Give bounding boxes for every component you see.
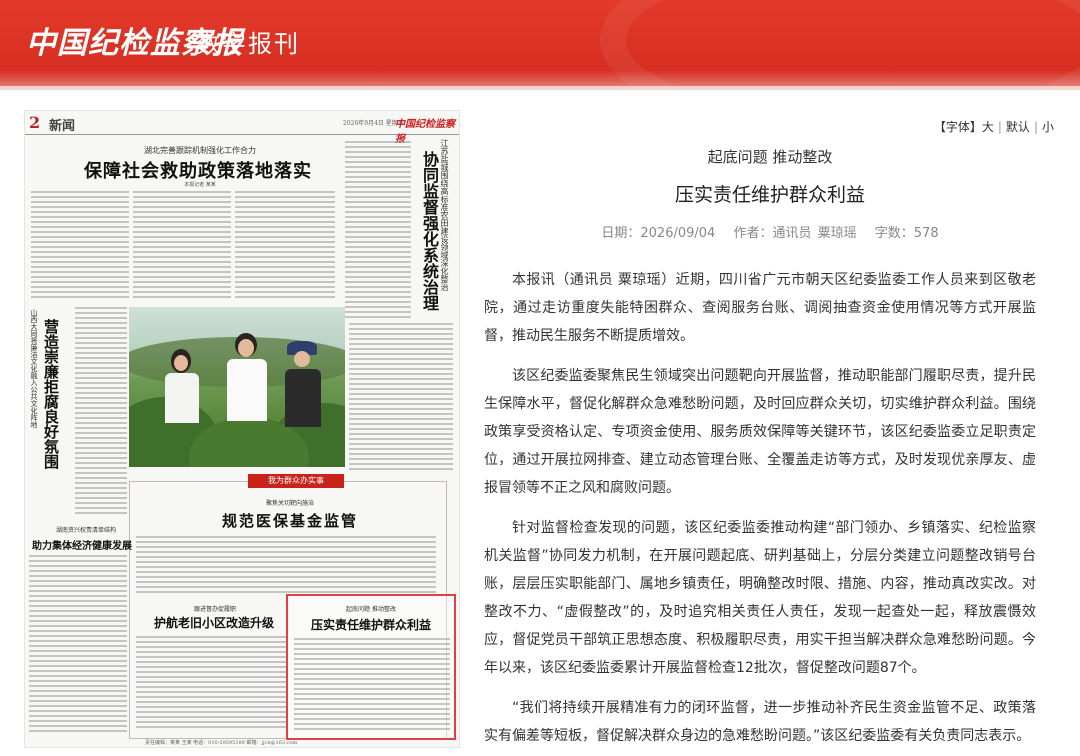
font-size-default-link[interactable]: 默认: [1006, 120, 1030, 134]
lead-article-title[interactable]: 保障社会救助政策落地落实: [53, 157, 343, 183]
author-value: 通讯员 粟琼瑶: [772, 226, 857, 241]
highlight-title[interactable]: 压实责任维护群众利益: [288, 616, 454, 633]
left-article-kicker: 山西大同将廉洁文化融入公共文化阵地: [30, 309, 38, 428]
lower-left-kicker: 湖南资兴权责清单结构: [55, 527, 116, 534]
lower-left-title[interactable]: 助力集体经济健康发展: [27, 537, 137, 552]
site-header: 中国纪检监察报 数字报刊: [0, 0, 1080, 86]
article-paragraph: 针对监督检查发现的问题，该区纪委监委推动构建“部门领办、乡镇落实、纪检监察机关监…: [484, 520, 1036, 676]
brand-subtitle: 数字报刊: [196, 30, 300, 58]
left-article-title[interactable]: 营造崇廉拒腐良好氛围: [41, 319, 62, 509]
right-article-title[interactable]: 协同监督强化系统治理: [417, 151, 441, 351]
font-separator: |: [997, 120, 1002, 134]
article-kicker: 起底问题 推动整改: [707, 148, 833, 166]
article-wordcount: 字数：578: [875, 226, 939, 241]
lead-article-text: [31, 191, 129, 301]
box-article-text: [136, 536, 436, 596]
article-body: 本报讯（通讯员 粟琼瑶）近期，四川省广元市朝天区纪委监委工作人员来到区敬老院，通…: [484, 266, 1036, 756]
mid-article-title[interactable]: 护航老旧小区改造升级: [134, 614, 294, 631]
lead-article-byline: 本报记者 某某: [184, 182, 216, 188]
page-number: 2: [29, 113, 41, 132]
left-article-text: [75, 307, 127, 517]
font-size-label: 【字体】: [933, 120, 982, 134]
wordcount-label: 字数：: [874, 226, 914, 241]
highlighted-article-region[interactable]: 起底问题 推动整改 压实责任维护群众利益: [286, 594, 456, 740]
article-meta: 日期：2026/09/04 作者：通讯员 粟琼瑶 字数：578: [484, 222, 1056, 241]
wordcount-value: 578: [913, 226, 939, 241]
article-title: 压实责任维护群众利益: [674, 184, 865, 206]
article-paragraph: “我们将持续开展精准有力的闭环监督，进一步推动补齐民生资金监管不足、政策落实有偏…: [484, 700, 1036, 744]
author-label: 作者：: [733, 226, 773, 241]
news-photo[interactable]: [129, 307, 345, 467]
article-author: 作者：通讯员 粟琼瑶: [733, 226, 856, 241]
highlight-kicker: 起底问题 推动整改: [346, 606, 396, 613]
page-header: 2 新闻 2026年9月4日 星期五 中国纪检监察报: [25, 111, 459, 145]
font-size-control: 【字体】大 | 默认 | 小: [934, 118, 1054, 135]
box-article-kicker: 聚焦关切靶向施治: [265, 500, 314, 507]
highlight-text: [294, 638, 450, 734]
header-decoration: [600, 0, 1080, 86]
article-date: 日期：2026/09/04: [601, 226, 715, 241]
date-label: 日期：: [601, 226, 641, 241]
mid-article-kicker: 跟进督办促履职: [193, 606, 236, 613]
right-article-text: [349, 323, 453, 473]
date-value: 2026/09/04: [640, 226, 716, 241]
lead-article-text: [235, 191, 335, 301]
font-size-large-link[interactable]: 大: [982, 120, 994, 134]
page-section: 新闻: [49, 119, 76, 134]
feature-banner: 我为群众办实事: [248, 474, 344, 488]
right-article-text: [345, 141, 411, 321]
lower-left-text: [29, 555, 127, 735]
article-paragraph: 本报讯（通讯员 粟琼瑶）近期，四川省广元市朝天区纪委监委工作人员来到区敬老院，通…: [484, 272, 1036, 344]
font-size-small-link[interactable]: 小: [1042, 120, 1054, 134]
article-paragraph: 该区纪委监委聚焦民生领域突出问题靶向开展监督，推动职能部门履职尽责，提升民生保障…: [484, 368, 1036, 496]
lead-article-kicker: 湖北完善跟踪机制强化工作合力: [144, 146, 256, 155]
page-footer: 责任编辑：某某 王某 电话：010-59595189 邮箱：jjcb@163.c…: [145, 740, 298, 746]
mid-article-text: [136, 636, 286, 732]
lead-article-text: [133, 191, 231, 301]
font-separator: |: [1033, 120, 1038, 134]
box-article-title[interactable]: 规范医保基金监管: [190, 510, 390, 531]
header-divider: [0, 86, 1080, 90]
